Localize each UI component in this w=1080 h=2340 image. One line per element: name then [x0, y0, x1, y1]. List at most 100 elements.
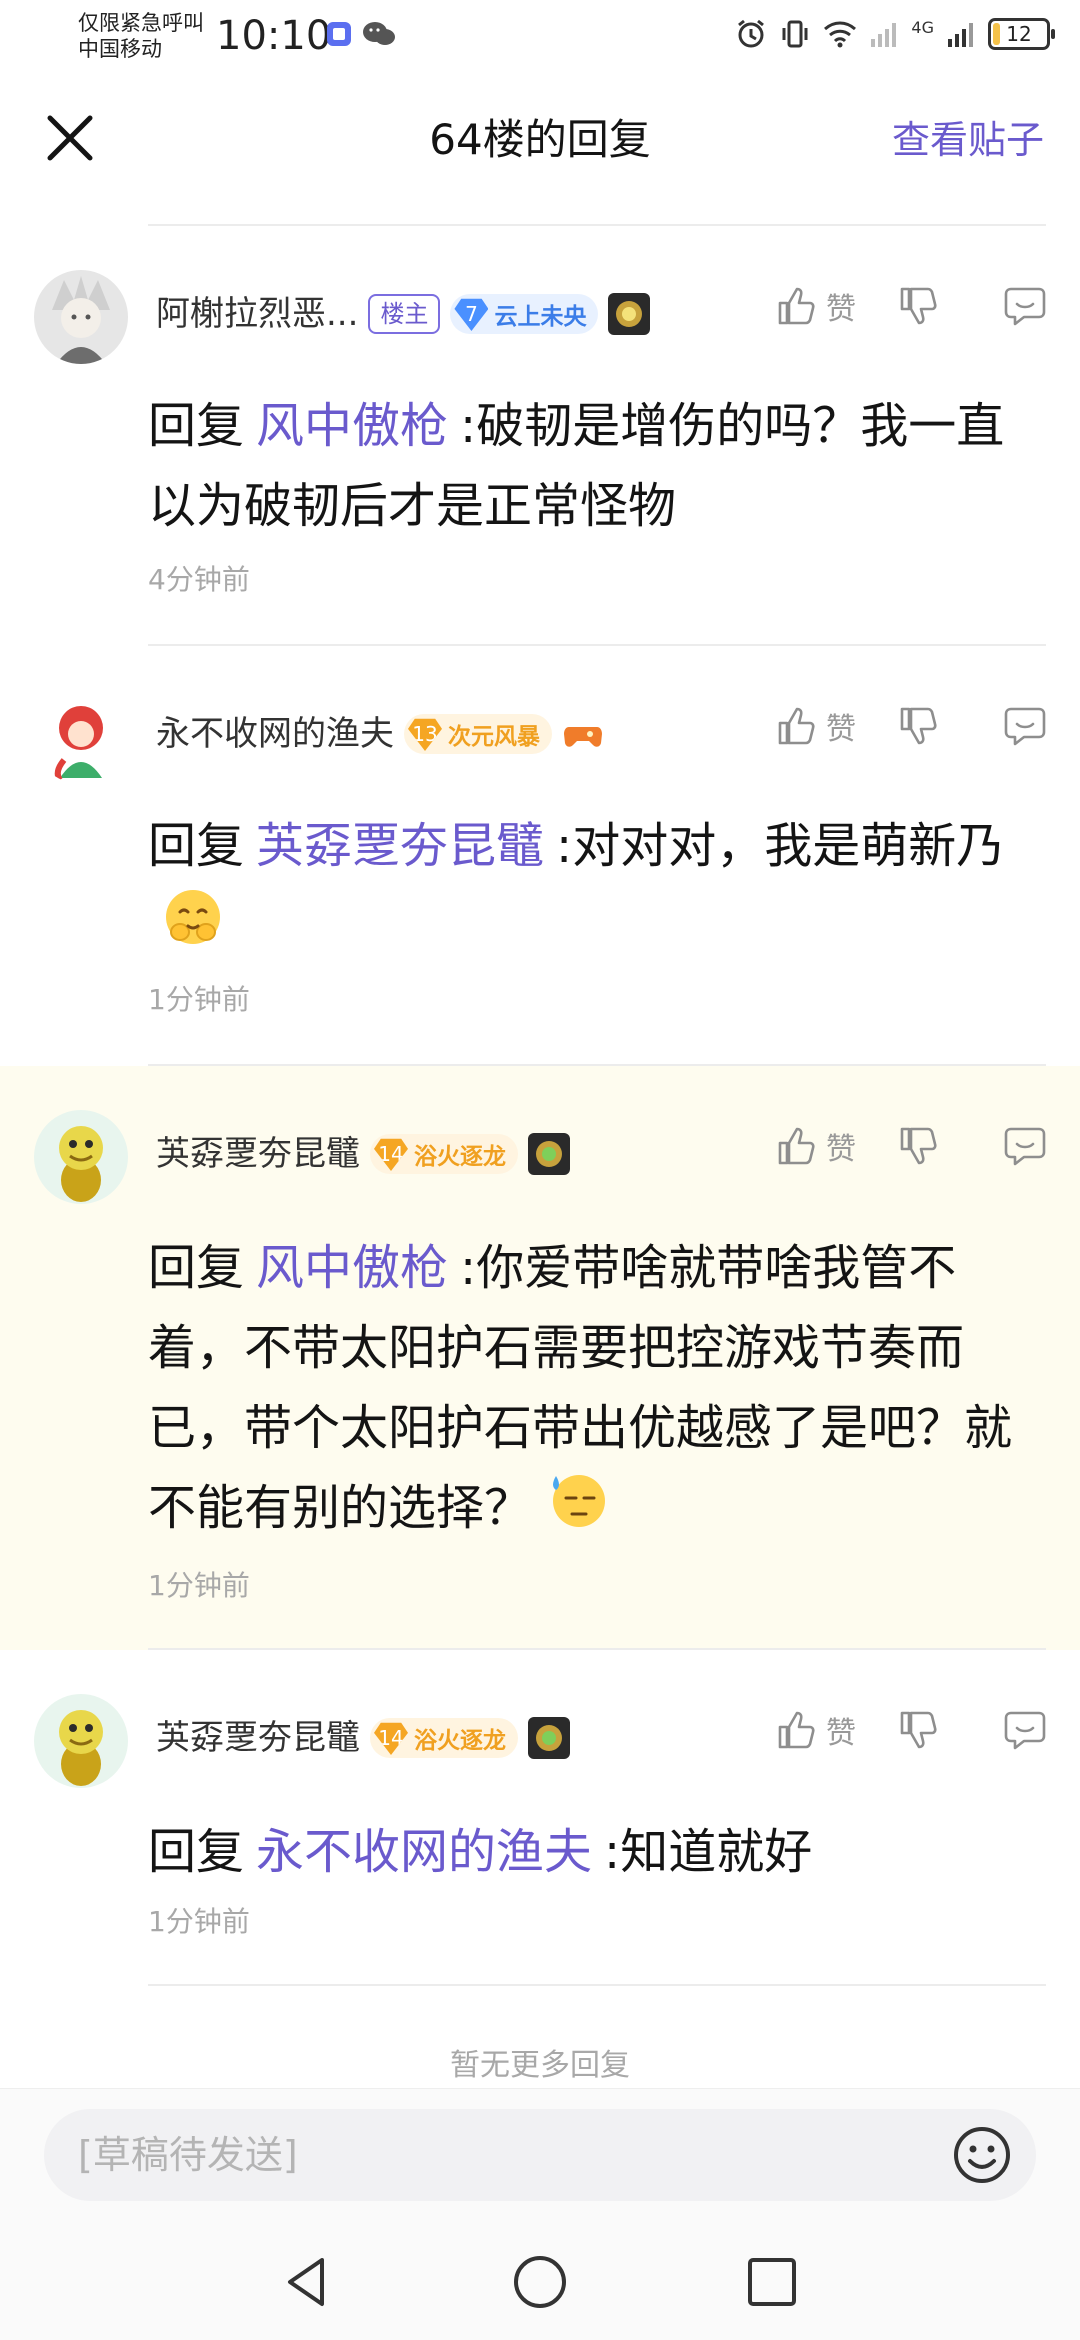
battery-icon: 12: [988, 18, 1055, 50]
thumbs-down-icon: [900, 287, 937, 325]
avatar[interactable]: [34, 270, 128, 364]
gamepad-medal-icon: [562, 713, 604, 755]
username[interactable]: 芵孬覂夯昆鼊: [156, 1132, 360, 1176]
status-time: 10:10: [216, 13, 332, 59]
system-nav-bar: [0, 2222, 1080, 2340]
battery-level: 12: [1006, 22, 1032, 46]
reply-item: 芵孬覂夯昆鼊 14 浴火逐龙 赞 回复 永不收网的渔夫:知道就好 1分钟前: [0, 1650, 1080, 1986]
level-badge: 14 浴火逐龙: [370, 1134, 518, 1174]
username[interactable]: 阿榭拉烈恶...: [156, 292, 358, 336]
reply-time: 1分钟前: [148, 1569, 250, 1602]
mention-link[interactable]: 风中傲枪: [256, 398, 448, 454]
like-button[interactable]: 赞: [774, 284, 856, 328]
reply-input[interactable]: [草稿待发送]: [44, 2109, 1036, 2201]
composer-bar: [草稿待发送]: [0, 2088, 1080, 2222]
reply-actions: 赞: [774, 284, 1048, 328]
user-row: 阿榭拉烈恶... 楼主 7 云上未央: [156, 286, 651, 342]
reply-content: 回复 永不收网的渔夫:知道就好: [148, 1812, 1050, 1892]
thumbs-up-icon: [778, 287, 815, 325]
like-button[interactable]: 赞: [774, 704, 856, 748]
back-triangle-icon: [288, 2258, 324, 2306]
medal-icon: [528, 1133, 570, 1175]
mention-link[interactable]: 风中傲枪: [256, 1240, 448, 1296]
emoji-button[interactable]: [952, 2125, 1012, 2185]
like-button[interactable]: 赞: [774, 1124, 856, 1168]
no-more-replies: 暂无更多回复: [450, 2048, 630, 2083]
thumbs-up-icon: [778, 1127, 815, 1165]
home-circle-icon: [514, 2256, 566, 2308]
thumbs-up-icon: [778, 1711, 815, 1749]
reply-content: 回复 芵孬覂夯昆鼊:对对对，我是萌新乃: [148, 806, 1050, 972]
medal-icon: [608, 293, 651, 335]
mention-link[interactable]: 永不收网的渔夫: [256, 1824, 592, 1880]
avatar-image: [34, 1694, 128, 1788]
username[interactable]: 芵孬覂夯昆鼊: [156, 1716, 360, 1760]
like-label: 赞: [826, 712, 856, 747]
reply-item: 阿榭拉烈恶... 楼主 7 云上未央 赞 回复 风中傲枪:破韧是增伤的吗？我一…: [0, 226, 1080, 646]
reply-actions: 赞: [774, 1708, 1048, 1752]
avatar[interactable]: [34, 690, 128, 784]
reply-time: 1分钟前: [148, 983, 250, 1016]
back-button[interactable]: [278, 2252, 338, 2312]
like-label: 赞: [826, 1132, 856, 1167]
comment-bubble-icon: [1004, 1127, 1046, 1166]
reply-item-highlighted: 芵孬覂夯昆鼊 14 浴火逐龙 赞 回复 风中傲枪:你爱带啥就带啥我管不着，不带…: [0, 1066, 1080, 1650]
like-label: 赞: [826, 292, 856, 327]
view-post-link[interactable]: 查看贴子: [892, 114, 1044, 166]
reply-time: 1分钟前: [148, 1905, 250, 1938]
status-right: 4G 12: [735, 18, 1055, 50]
signal-sim1-icon: [871, 23, 897, 47]
reply-prefix: 回复: [148, 398, 245, 454]
username[interactable]: 永不收网的渔夫: [156, 712, 394, 756]
reply-item: 永不收网的渔夫 13 次元风暴 赞 回复 芵孬覂夯昆鼊:对对对，我是萌新乃 1…: [0, 646, 1080, 1066]
avatar-image: [34, 1110, 128, 1204]
like-label: 赞: [826, 1716, 856, 1751]
user-row: 芵孬覂夯昆鼊 14 浴火逐龙: [156, 1126, 570, 1182]
dislike-button[interactable]: [896, 1124, 940, 1168]
carrier-info: 仅限紧急呼叫 中国移动: [78, 10, 204, 62]
level-name: 浴火逐龙: [414, 1728, 506, 1754]
wechat-notification-icon: [363, 22, 395, 45]
avatar[interactable]: [34, 1110, 128, 1204]
comment-button[interactable]: [1002, 704, 1048, 748]
host-badge: 楼主: [368, 294, 441, 334]
mention-link[interactable]: 芵孬覂夯昆鼊: [256, 818, 544, 874]
divider: [148, 1984, 1046, 1986]
carrier-line-1: 仅限紧急呼叫: [78, 11, 204, 35]
dislike-button[interactable]: [896, 1708, 940, 1752]
reply-time: 4分钟前: [148, 563, 250, 596]
network-type: 4G: [911, 18, 934, 37]
emoji-graphic: [553, 1475, 606, 1527]
level-number: 14: [374, 1138, 408, 1171]
reply-content: 回复 风中傲枪:你爱带啥就带啥我管不着，不带太阳护石需要把控游戏节奏而已，带个太阳…: [148, 1228, 1050, 1554]
thumbs-up-icon: [778, 707, 815, 745]
level-name: 次元风暴: [448, 724, 540, 750]
notification-icons: [326, 20, 396, 48]
draft-text: [草稿待发送]: [78, 2133, 298, 2177]
medal-graphic: [564, 727, 602, 747]
medal-graphic: [616, 301, 643, 327]
reply-prefix: 回复: [148, 1824, 245, 1880]
wifi-icon: [824, 21, 857, 48]
dislike-button[interactable]: [896, 284, 940, 328]
like-button[interactable]: 赞: [774, 1708, 856, 1752]
reply-text: :知道就好: [604, 1824, 813, 1880]
alarm-icon: [738, 19, 765, 48]
comment-button[interactable]: [1002, 1708, 1048, 1752]
level-name: 云上未央: [494, 304, 587, 330]
comment-bubble-icon: [1004, 1711, 1046, 1750]
avatar[interactable]: [34, 1694, 128, 1788]
comment-button[interactable]: [1002, 284, 1048, 328]
emoji-icon: [954, 2127, 1010, 2183]
level-number: 13: [408, 718, 442, 751]
home-button[interactable]: [510, 2252, 570, 2312]
level-badge: 7 云上未央: [450, 294, 599, 334]
dislike-button[interactable]: [896, 704, 940, 748]
emoji-graphic: [166, 890, 220, 944]
level-name: 浴火逐龙: [414, 1144, 506, 1170]
signal-sim2-icon: [948, 23, 973, 47]
medal-graphic: [536, 1141, 562, 1167]
tieba-notification-icon: [327, 22, 351, 46]
recents-button[interactable]: [742, 2252, 802, 2312]
comment-button[interactable]: [1002, 1124, 1048, 1168]
